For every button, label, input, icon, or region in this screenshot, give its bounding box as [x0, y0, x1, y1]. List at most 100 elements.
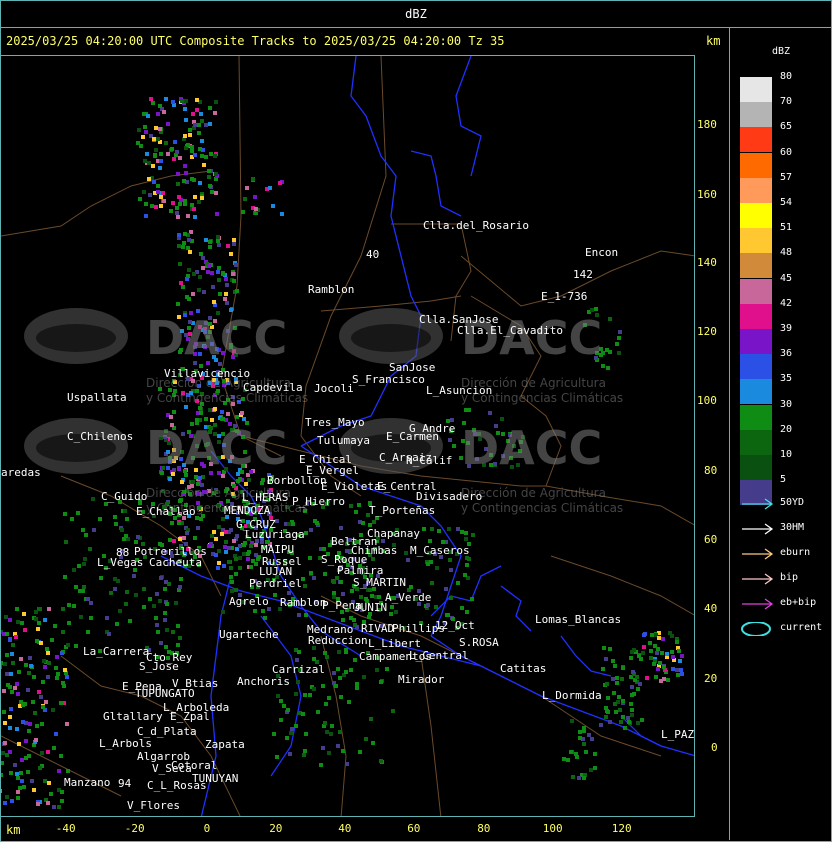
radar-echo	[217, 525, 221, 529]
radar-echo	[1, 661, 3, 665]
radar-echo	[315, 521, 319, 525]
legend-value: 42	[780, 297, 793, 309]
radar-echo	[201, 266, 205, 270]
radar-echo	[208, 240, 212, 244]
radar-echo	[171, 100, 175, 104]
radar-echo	[24, 739, 28, 743]
legend-swatch	[740, 303, 772, 329]
radar-echo	[193, 123, 197, 127]
radar-echo	[301, 712, 305, 716]
radar-echo	[13, 763, 17, 767]
radar-echo	[291, 522, 295, 526]
radar-echo	[671, 667, 675, 671]
radar-echo	[52, 746, 56, 750]
legend-swatch	[740, 102, 772, 128]
radar-echo	[172, 539, 176, 543]
legend-track-label: 50YD	[780, 497, 805, 508]
radar-echo	[23, 628, 27, 632]
radar-echo	[668, 631, 672, 635]
radar-echo	[166, 122, 170, 126]
radar-echo	[312, 657, 316, 661]
radar-echo	[19, 771, 23, 775]
radar-echo	[620, 677, 624, 681]
radar-echo	[10, 690, 14, 694]
radar-echo	[224, 530, 228, 534]
city-label: L_Dormida	[542, 689, 602, 702]
boundary-line	[550, 555, 694, 616]
radar-echo	[178, 585, 182, 589]
radar-echo	[8, 685, 12, 689]
radar-echo	[213, 154, 217, 158]
radar-echo	[16, 620, 20, 624]
legend-title: dBZ	[772, 46, 791, 57]
radar-echo	[159, 576, 163, 580]
radar-echo	[471, 533, 475, 537]
radar-echo	[225, 283, 229, 287]
radar-echo	[276, 694, 280, 698]
radar-echo	[10, 799, 14, 803]
radar-echo	[35, 639, 39, 643]
radar-echo	[50, 638, 54, 642]
radar-echo	[309, 528, 313, 532]
radar-echo	[21, 703, 25, 707]
radar-echo	[282, 704, 286, 708]
radar-echo	[246, 557, 250, 561]
radar-echo	[240, 411, 244, 415]
radar-echo	[192, 272, 196, 276]
radar-echo	[16, 776, 20, 780]
radar-echo	[158, 166, 162, 170]
radar-echo	[303, 693, 307, 697]
radar-echo	[629, 702, 633, 706]
radar-echo	[193, 536, 197, 540]
km-label-bottom: km	[6, 823, 21, 837]
radar-echo	[10, 652, 14, 656]
radar-echo	[187, 268, 191, 272]
radar-echo	[230, 580, 234, 584]
radar-map[interactable]: DACC Dirección de Agricultura y Contingenc…	[0, 55, 695, 817]
radar-echo	[312, 687, 316, 691]
radar-header: 2025/03/25 04:20:00 UTC Composite Tracks…	[6, 34, 505, 48]
radar-echo	[61, 607, 65, 611]
city-label: L_PAZ	[661, 728, 695, 741]
radar-echo	[632, 648, 636, 652]
legend-track-label: bip	[780, 572, 799, 583]
radar-echo	[91, 497, 95, 501]
radar-echo	[165, 602, 169, 606]
radar-echo	[608, 720, 612, 724]
radar-echo	[286, 708, 290, 712]
radar-echo	[55, 676, 59, 680]
radar-echo	[193, 215, 197, 219]
window-title: dBZ	[0, 0, 832, 28]
radar-echo	[635, 675, 639, 679]
radar-echo	[61, 630, 65, 634]
radar-echo	[118, 609, 122, 613]
city-label: T_Porteñas	[369, 504, 436, 517]
radar-echo	[316, 710, 320, 714]
dacc-brand: DACC	[146, 311, 288, 365]
radar-echo	[184, 405, 188, 409]
radar-echo	[354, 510, 358, 514]
radar-echo	[155, 592, 159, 596]
radar-echo	[375, 668, 379, 672]
radar-echo	[165, 628, 169, 632]
radar-echo	[163, 611, 167, 615]
radar-echo	[678, 659, 682, 663]
radar-echo	[89, 601, 93, 605]
legend-value: 80	[780, 71, 793, 82]
radar-echo	[204, 238, 208, 242]
radar-echo	[18, 786, 22, 790]
city-label: Lomas_Blancas	[535, 613, 622, 626]
radar-echo	[621, 699, 625, 703]
city-label: 12_Oct	[435, 619, 475, 632]
radar-echo	[176, 624, 180, 628]
radar-echo	[176, 182, 180, 186]
radar-echo	[188, 128, 192, 132]
radar-echo	[4, 615, 8, 619]
radar-echo	[630, 708, 634, 712]
radar-echo	[655, 651, 659, 655]
radar-echo	[1, 789, 2, 793]
radar-echo	[336, 744, 340, 748]
radar-echo	[159, 641, 163, 645]
radar-echo	[617, 695, 621, 699]
radar-echo	[184, 171, 188, 175]
